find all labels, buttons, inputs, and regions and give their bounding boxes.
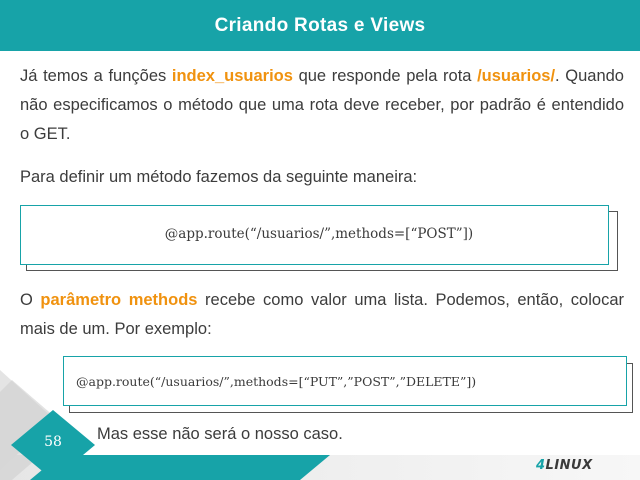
title-bar: Criando Rotas e Views [0, 0, 640, 51]
code-line: @app.route(“/usuarios/”,methods=[“PUT”,”… [76, 374, 477, 389]
highlight-function-name: index_usuarios [171, 67, 293, 85]
code-block-multiple-methods: @app.route(“/usuarios/”,methods=[“PUT”,”… [63, 356, 633, 414]
decor-diamond-mid [0, 380, 70, 480]
paragraph-define-method: Para definir um método fazemos da seguin… [20, 168, 418, 186]
brand-logo: 4LINUX [536, 458, 593, 473]
code-block-post: @app.route(“/usuarios/”,methods=[“POST”]… [20, 205, 618, 271]
code-line: @app.route(“/usuarios/”,methods=[“POST”]… [164, 226, 474, 242]
paragraph-text: O [20, 291, 41, 309]
footer-accent-stripe [30, 455, 330, 480]
paragraph-intro: Já temos a funções index_usuarios que re… [20, 62, 624, 149]
paragraph-text: Já temos a funções [20, 67, 172, 85]
page-number: 58 [44, 434, 62, 450]
decor-diamond-light [0, 370, 55, 470]
paragraph-closing: Mas esse não será o nosso caso. [97, 425, 343, 443]
slide-title: Criando Rotas e Views [214, 14, 426, 36]
paragraph-text: que responde pela rota [292, 67, 478, 85]
paragraph-methods-param: O parâmetro methods recebe como valor um… [20, 286, 624, 344]
highlight-route: /usuarios/ [477, 67, 556, 85]
highlight-parameter: parâmetro methods [40, 291, 198, 309]
